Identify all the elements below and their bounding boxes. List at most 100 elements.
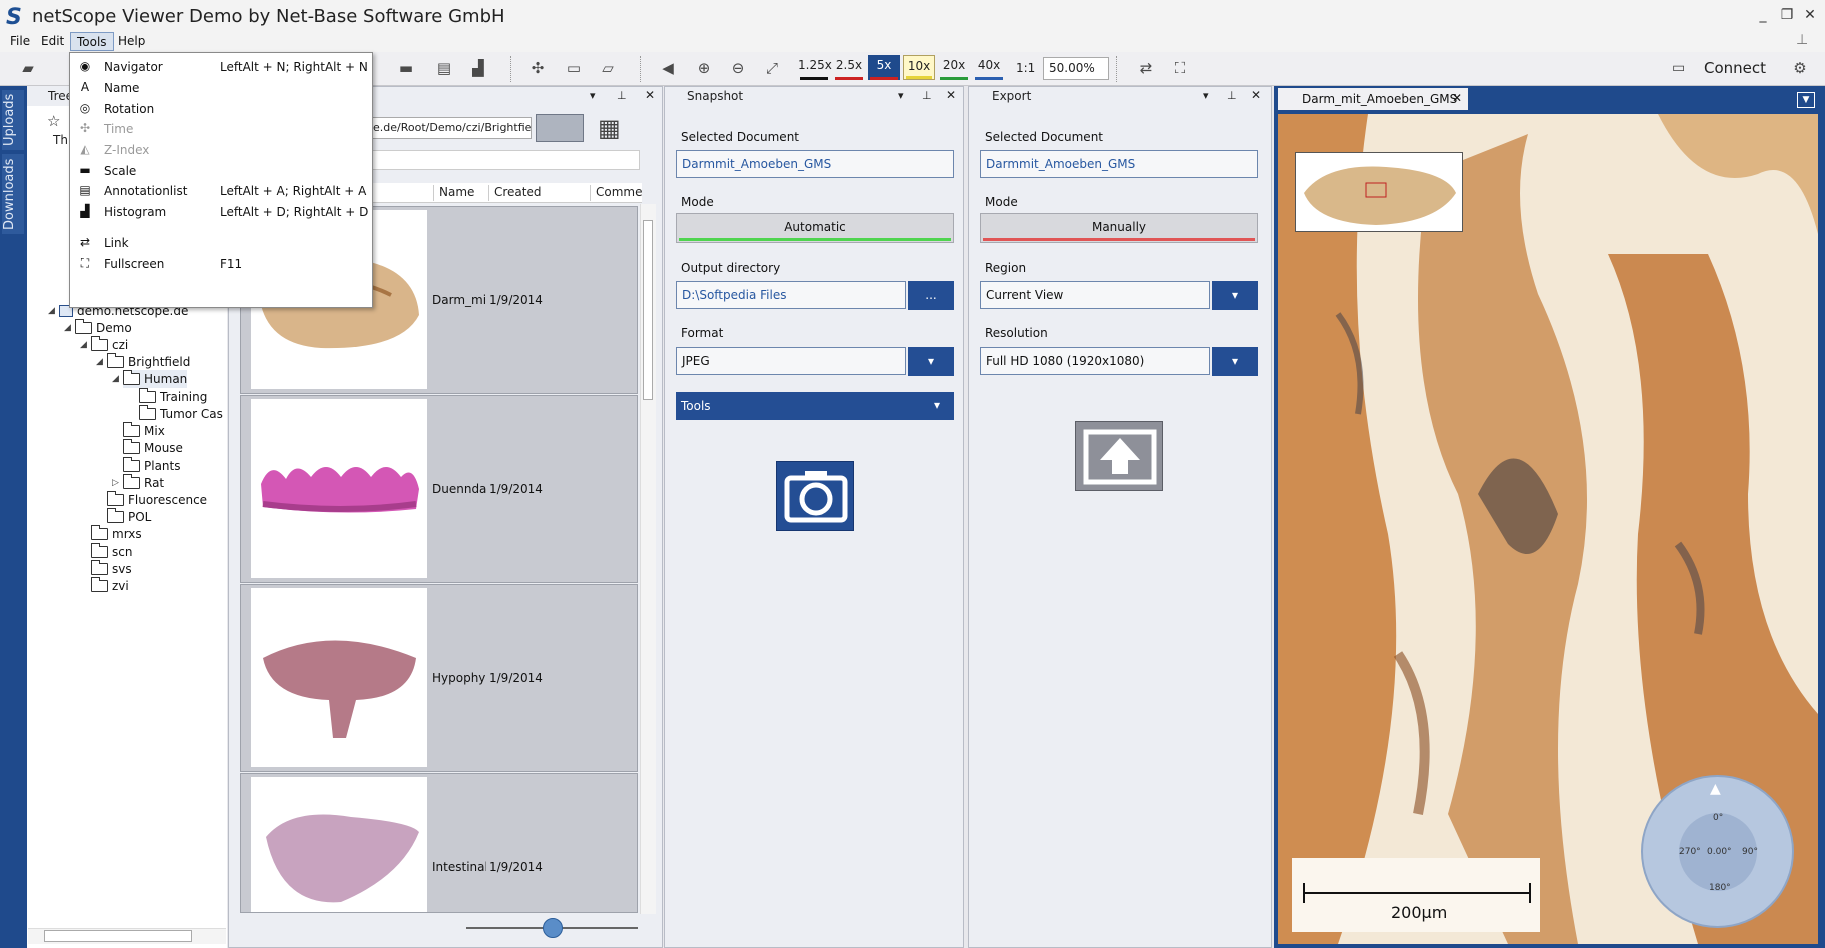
- maximize-button[interactable]: ❐: [1776, 4, 1798, 26]
- fit-icon[interactable]: ⤢: [762, 58, 782, 78]
- rotation-0-label[interactable]: 0°: [1713, 813, 1723, 823]
- menu-help[interactable]: Help: [112, 32, 151, 51]
- zoom-5x-button[interactable]: 5x: [868, 55, 900, 80]
- tree-node[interactable]: zvi: [91, 577, 129, 595]
- resolution-dropdown-button[interactable]: ▾: [1212, 347, 1258, 376]
- pin-icon[interactable]: ⊥: [1796, 32, 1808, 48]
- document-tab[interactable]: Darm_mit_Amoeben_GMS ✕: [1278, 88, 1468, 110]
- grid-view-icon[interactable]: ▦: [598, 114, 621, 142]
- collapse-arrow-icon[interactable]: ◢: [64, 319, 71, 337]
- navigator-overview[interactable]: [1295, 152, 1463, 232]
- format-dropdown-button[interactable]: ▾: [908, 347, 954, 376]
- region-select[interactable]: Current View: [980, 281, 1210, 309]
- region-dropdown-button[interactable]: ▾: [1212, 281, 1258, 310]
- snapshot-tools-expander[interactable]: Tools ▾: [676, 392, 954, 420]
- menu-item-link[interactable]: ⇄ Link: [70, 232, 372, 254]
- zoom-percent-input[interactable]: 50.00%: [1043, 57, 1109, 80]
- tree-node[interactable]: ▷ Rat: [112, 474, 164, 492]
- menu-item-rotation[interactable]: ◎ Rotation: [70, 98, 372, 120]
- output-directory-field[interactable]: D:\Softpedia Files: [676, 281, 906, 309]
- panel-menu-chevron-icon[interactable]: ▾: [1203, 89, 1209, 102]
- rotation-90-label[interactable]: 90°: [1742, 847, 1758, 857]
- column-name[interactable]: Name: [433, 185, 474, 201]
- zoom-in-icon[interactable]: ⊕: [694, 58, 714, 78]
- panel-pin-icon[interactable]: ⊥: [1227, 89, 1237, 102]
- back-icon[interactable]: ◀: [658, 58, 678, 78]
- file-row[interactable]: Duenndar 1/9/2014: [240, 395, 638, 583]
- browse-button[interactable]: ...: [908, 281, 954, 310]
- collapse-arrow-icon[interactable]: ◢: [96, 353, 103, 371]
- tree-node[interactable]: Mix: [123, 422, 165, 440]
- annotationlist-tool-icon[interactable]: ▤: [434, 58, 454, 78]
- menu-item-scale[interactable]: ▬ Scale: [70, 160, 372, 182]
- uploads-tab[interactable]: Uploads: [2, 90, 24, 150]
- menu-file[interactable]: File: [4, 32, 36, 51]
- minimize-button[interactable]: _: [1752, 4, 1774, 26]
- tree-scroll-thumb[interactable]: [44, 930, 192, 942]
- panel-close-icon[interactable]: ✕: [1251, 88, 1261, 102]
- tree-node[interactable]: ◢ czi: [80, 336, 128, 354]
- tree-node[interactable]: Fluorescence: [107, 491, 207, 509]
- tree-node[interactable]: ◢ Demo: [64, 319, 132, 337]
- snapshot-mode-button[interactable]: Automatic: [676, 213, 954, 243]
- tab-close-icon[interactable]: ✕: [1452, 91, 1462, 105]
- panel-menu-chevron-icon[interactable]: ▾: [898, 89, 904, 102]
- comment-tool-icon[interactable]: ▱: [598, 58, 618, 78]
- rotation-wheel[interactable]: 0° 270° 0.00° 90° 180° ▲: [1641, 775, 1794, 928]
- tree-node[interactable]: Training: [139, 388, 207, 406]
- rotation-180-label[interactable]: 180°: [1709, 883, 1731, 893]
- link-tool-icon[interactable]: ⇄: [1136, 58, 1156, 78]
- collapse-arrow-icon[interactable]: ◢: [112, 370, 119, 388]
- menu-item-histogram[interactable]: ▟ Histogram LeftAlt + D; RightAlt + D: [70, 201, 372, 223]
- file-scroll-thumb[interactable]: [643, 220, 653, 400]
- open-folder-icon[interactable]: ▰: [18, 58, 38, 78]
- panel-close-icon[interactable]: ✕: [946, 88, 956, 102]
- format-select[interactable]: JPEG: [676, 347, 906, 375]
- path-input[interactable]: e.de/Root/Demo/czi/Brightfie: [370, 117, 532, 139]
- annotation-tool-icon[interactable]: ▭: [564, 58, 584, 78]
- connect-button[interactable]: Connect: [1660, 56, 1772, 82]
- menu-item-annotationlist[interactable]: ▤ Annotationlist LeftAlt + A; RightAlt + A: [70, 180, 372, 202]
- file-row[interactable]: Intestinal- 1/9/2014: [240, 773, 638, 913]
- tree-node[interactable]: ◢ Human: [112, 370, 188, 388]
- zoom-20x-button[interactable]: 20x: [938, 55, 970, 80]
- zoom-1-25x-button[interactable]: 1.25x: [798, 55, 832, 80]
- export-upload-button[interactable]: [1075, 421, 1163, 491]
- collapse-arrow-icon[interactable]: ◢: [48, 302, 55, 320]
- column-created[interactable]: Created: [488, 185, 542, 201]
- downloads-tab[interactable]: Downloads: [2, 154, 24, 234]
- viewer-menu-chevron-icon[interactable]: ▼: [1797, 92, 1815, 108]
- file-row[interactable]: Hypophys 1/9/2014: [240, 584, 638, 772]
- expand-arrow-icon[interactable]: ▷: [112, 474, 119, 492]
- histogram-tool-icon[interactable]: ▟: [468, 58, 488, 78]
- pointer-tool-icon[interactable]: ✣: [528, 58, 548, 78]
- panel-pin-icon[interactable]: ⊥: [617, 89, 627, 102]
- tree-node[interactable]: scn: [91, 543, 132, 561]
- tree-node[interactable]: ◢ Brightfield: [96, 353, 190, 371]
- favorites-star-icon[interactable]: ☆: [47, 112, 60, 130]
- export-mode-button[interactable]: Manually: [980, 213, 1258, 243]
- thumbnail-size-slider-knob[interactable]: [543, 918, 563, 938]
- collapse-arrow-icon[interactable]: ◢: [80, 336, 87, 354]
- rotation-270-label[interactable]: 270°: [1679, 847, 1701, 857]
- resolution-select[interactable]: Full HD 1080 (1920x1080): [980, 347, 1210, 375]
- column-comment[interactable]: Comme: [590, 185, 642, 201]
- menu-item-navigator[interactable]: ◉ Navigator LeftAlt + N; RightAlt + N: [70, 56, 372, 78]
- tree-node[interactable]: Tumor Cas: [139, 405, 223, 423]
- snapshot-selected-document-field[interactable]: Darmmit_Amoeben_GMS: [676, 150, 954, 178]
- panel-pin-icon[interactable]: ⊥: [922, 89, 932, 102]
- zoom-out-icon[interactable]: ⊖: [728, 58, 748, 78]
- one-to-one-button[interactable]: 1:1: [1016, 61, 1035, 75]
- menu-item-name[interactable]: A Name: [70, 77, 372, 99]
- panel-close-icon[interactable]: ✕: [645, 88, 655, 102]
- tree-node[interactable]: Plants: [123, 457, 181, 475]
- tree-node[interactable]: Mouse: [123, 439, 183, 457]
- fullscreen-tool-icon[interactable]: ⛶: [1170, 58, 1190, 78]
- zoom-2-5x-button[interactable]: 2.5x: [833, 55, 865, 80]
- zoom-10x-button[interactable]: 10x: [903, 55, 935, 80]
- export-selected-document-field[interactable]: Darmmit_Amoeben_GMS: [980, 150, 1258, 178]
- settings-gear-icon[interactable]: ⚙: [1790, 58, 1810, 78]
- tree-node[interactable]: mrxs: [91, 525, 142, 543]
- menu-edit[interactable]: Edit: [35, 32, 70, 51]
- menu-tools[interactable]: Tools: [70, 32, 114, 51]
